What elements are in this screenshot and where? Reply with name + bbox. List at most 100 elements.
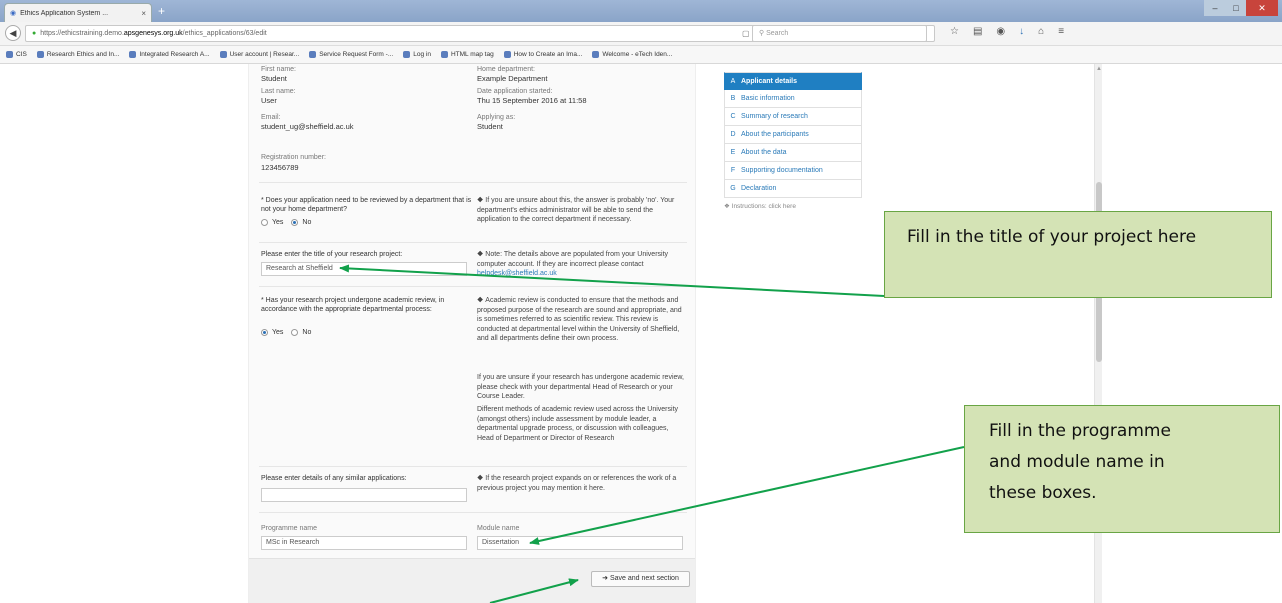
url-path: /ethics_applications/63/edit	[182, 30, 267, 37]
yes-radio[interactable]	[261, 219, 268, 226]
callout-line: Fill in the programme	[989, 421, 1171, 441]
no-radio[interactable]	[291, 329, 299, 336]
bookmark-icon	[36, 50, 44, 58]
new-tab-button[interactable]: +	[158, 4, 165, 18]
minimize-button[interactable]: –	[1204, 0, 1226, 16]
similar-applications-label: Please enter details of any similar appl…	[261, 475, 407, 482]
divider	[259, 512, 687, 513]
nav-about-participants[interactable]: D About the participants	[724, 126, 862, 144]
callout-title: Fill in the title of your project here	[884, 211, 1272, 298]
project-title-input[interactable]: Research at Sheffield	[261, 262, 467, 276]
instructions-link[interactable]: ❖ Instructions: click here	[724, 202, 862, 210]
bookmark-item[interactable]: How to Create an Ima...	[503, 50, 582, 58]
other-department-info: ❖ If you are unsure about this, the answe…	[477, 197, 675, 223]
search-placeholder: Search	[766, 30, 789, 37]
bookmark-icon	[309, 50, 317, 58]
save-and-next-button[interactable]: ➜ Save and next section	[591, 571, 690, 587]
close-window-button[interactable]: ✕	[1246, 0, 1278, 16]
info-icon: ❖	[477, 197, 484, 204]
bookmark-icon	[592, 50, 600, 58]
helpdesk-email-link[interactable]: helpdesk@sheffield.ac.uk	[477, 270, 557, 277]
programme-name-input[interactable]: MSc in Research	[261, 536, 467, 550]
info-icon: ❖	[477, 251, 484, 258]
registration-value: 123456789	[261, 163, 299, 172]
nav-applicant-details[interactable]: A Applicant details	[724, 72, 862, 90]
bookmark-item[interactable]: Welcome - eTech Iden...	[592, 50, 672, 58]
first-name-value: Student	[261, 74, 287, 83]
email-label: Email:	[261, 114, 281, 121]
callout-line: and module name in	[989, 452, 1165, 472]
bookmark-icon	[6, 50, 13, 58]
browser-tab[interactable]: ◉ Ethics Application System ... ×	[4, 3, 152, 22]
first-name-label: First name:	[261, 66, 297, 73]
callout-line: these boxes.	[989, 483, 1097, 503]
divider	[259, 242, 687, 243]
divider	[259, 182, 687, 183]
module-name-input[interactable]: Dissertation	[477, 536, 683, 550]
bookmark-item[interactable]: CIS	[6, 50, 27, 58]
pocket-icon[interactable]: ◉	[996, 26, 1005, 37]
nav-basic-information[interactable]: B Basic information	[724, 90, 862, 108]
arrow-right-icon: ➜	[602, 575, 610, 582]
no-radio[interactable]	[291, 219, 299, 226]
bookmark-item[interactable]: User account | Resear...	[219, 50, 299, 58]
other-department-radios: Yes No	[261, 219, 311, 226]
home-department-value: Example Department	[477, 74, 548, 83]
scroll-up-icon[interactable]: ▲	[1096, 66, 1102, 72]
divider	[259, 466, 687, 467]
url-prefix: https://ethicstraining.demo.	[40, 30, 124, 37]
divider	[259, 286, 687, 287]
last-name-value: User	[261, 96, 277, 105]
info-icon: ❖	[477, 475, 484, 482]
programme-name-label: Programme name	[261, 525, 318, 532]
academic-review-info-3: Different methods of academic review use…	[477, 406, 679, 442]
date-started-value: Thu 15 September 2016 at 11:58	[477, 96, 587, 105]
nav-supporting-documentation[interactable]: F Supporting documentation	[724, 162, 862, 180]
applying-as-value: Student	[477, 122, 503, 131]
bookmark-item[interactable]: Service Request Form -...	[309, 50, 393, 58]
academic-review-info-2: If you are unsure if your research has u…	[477, 374, 685, 400]
yes-radio[interactable]	[261, 329, 268, 336]
close-tab-icon[interactable]: ×	[141, 9, 146, 18]
callout-programme: Fill in the programme and module name in…	[964, 405, 1280, 533]
form-panel: First name: Student Home department: Exa…	[248, 64, 696, 603]
search-icon: ⚲	[759, 30, 765, 37]
lock-icon: ●	[32, 30, 37, 37]
search-input[interactable]: ⚲ Search	[752, 25, 927, 42]
bookmark-icon	[440, 50, 448, 58]
toolbar-icons: ☆ ▤ ◉ ↓ ⌂ ≡	[950, 26, 1064, 37]
bookmark-star-icon[interactable]: ☆	[950, 26, 959, 37]
bookmark-item[interactable]: Research Ethics and In...	[36, 50, 119, 58]
last-name-label: Last name:	[261, 88, 296, 95]
reading-list-icon[interactable]: ▤	[973, 26, 982, 37]
title-label: Please enter the title of your research …	[261, 251, 403, 258]
nav-summary-of-research[interactable]: C Summary of research	[724, 108, 862, 126]
nav-declaration[interactable]: G Declaration	[724, 180, 862, 198]
home-icon[interactable]: ⌂	[1038, 26, 1044, 37]
note-info: ❖ Note: The details above are populated f…	[477, 251, 669, 277]
back-arrow-icon[interactable]: ◀	[5, 25, 21, 41]
similar-applications-info: ❖ If the research project expands on or r…	[477, 475, 677, 492]
nav-about-data[interactable]: E About the data	[724, 144, 862, 162]
similar-applications-input[interactable]	[261, 488, 467, 502]
other-department-question: * Does your application need to be revie…	[261, 197, 472, 213]
bookmark-icon	[503, 50, 511, 58]
maximize-button[interactable]: □	[1226, 0, 1246, 16]
bookmark-item[interactable]: Log in	[403, 50, 431, 58]
info-icon: ❖	[477, 297, 484, 304]
form-footer: ➜ Save and next section	[249, 558, 695, 603]
bookmark-icon	[403, 50, 411, 58]
bookmark-item[interactable]: Integrated Research A...	[129, 50, 210, 58]
url-domain: apsgenesys.org.uk	[123, 30, 183, 37]
download-icon[interactable]: ↓	[1019, 26, 1024, 37]
bookmark-icon	[219, 50, 227, 58]
section-nav: A Applicant details B Basic information CS…	[724, 72, 862, 210]
registration-label: Registration number:	[261, 154, 326, 161]
info-icon: ❖	[724, 203, 732, 210]
browser-nav-bar: ◀ ● https://ethicstraining.demo.apsgenesy…	[0, 22, 1282, 46]
bookmark-item[interactable]: HTML map tag	[440, 50, 494, 58]
academic-review-question: * Has your research project undergone ac…	[261, 297, 445, 313]
bookmarks-bar: CIS Research Ethics and In... Integrated…	[0, 46, 1282, 64]
bookmark-icon	[129, 50, 137, 58]
menu-icon[interactable]: ≡	[1058, 26, 1064, 37]
